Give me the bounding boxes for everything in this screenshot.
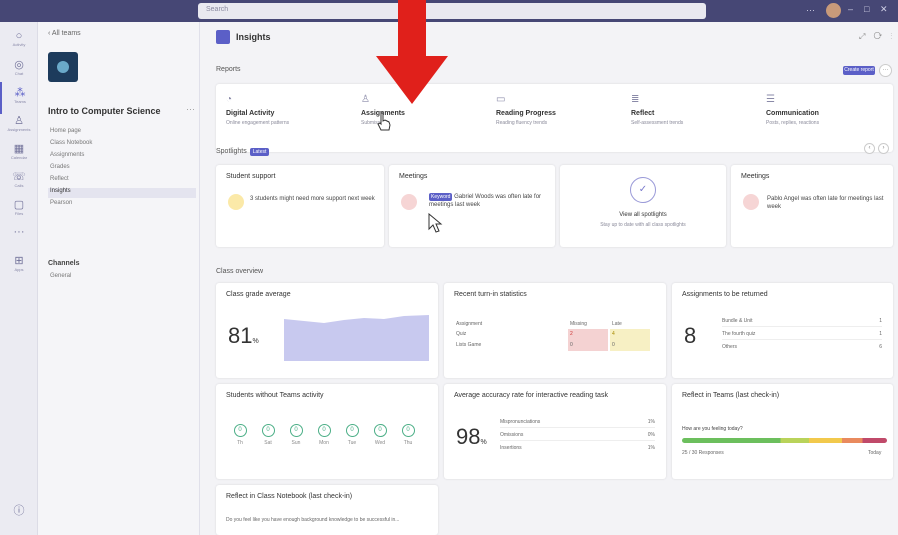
assignments-to-return-card[interactable]: Assignments to be returned 8 Bundle & Un… bbox=[672, 283, 893, 378]
app-rail: ○ Activity ◎ Chat ⁂ Teams ♙ Assignments ▦ Cal… bbox=[0, 22, 38, 535]
calls-icon: ☏ bbox=[12, 171, 26, 183]
next-icon[interactable]: › bbox=[878, 143, 889, 154]
day-sat: 0 Sat bbox=[256, 424, 280, 446]
search-input[interactable]: Search bbox=[198, 3, 706, 19]
page-title: Insights bbox=[236, 32, 271, 42]
red-arrow-annotation bbox=[376, 0, 448, 104]
latest-badge: Latest bbox=[249, 148, 270, 156]
channel-general[interactable]: General bbox=[50, 273, 71, 279]
reading-accuracy-card[interactable]: Average accuracy rate for interactive re… bbox=[444, 384, 666, 479]
class-overview-heading: Class overview bbox=[216, 268, 264, 275]
grade-average-value: 81% bbox=[228, 323, 259, 348]
header-actions[interactable]: ⤢ ⟳ ⋮ bbox=[859, 32, 895, 42]
channels-heading: Channels bbox=[48, 260, 80, 267]
team-panel: ‹ All teams Intro to Computer Science ··… bbox=[38, 22, 200, 535]
late-highlight bbox=[610, 329, 650, 351]
students-without-activity-card[interactable]: Students without Teams activity 0 Th 0 Sat… bbox=[216, 384, 438, 479]
create-report-button[interactable]: Create report bbox=[843, 66, 875, 75]
more-options-icon[interactable]: ··· bbox=[879, 64, 892, 77]
nav-item-assignments[interactable]: Assignments bbox=[48, 152, 196, 162]
spotlight-nav[interactable]: ‹ › bbox=[861, 142, 889, 154]
accuracy-breakdown: Mispronunciations 1% Omissions 0% Insertio… bbox=[500, 416, 655, 456]
spotlight-meetings[interactable]: Meetings Keyword Gabriel Woods was often… bbox=[389, 165, 555, 247]
prev-icon[interactable]: ‹ bbox=[864, 143, 875, 154]
pointer-cursor-icon bbox=[428, 213, 443, 233]
nav-item-reflect[interactable]: Reflect bbox=[48, 176, 196, 186]
teams-icon: ⁂ bbox=[14, 87, 26, 99]
back-to-all-teams[interactable]: ‹ All teams bbox=[48, 30, 81, 37]
nav-item-grades[interactable]: Grades bbox=[48, 164, 196, 174]
reflect-in-teams-card[interactable]: Reflect in Teams (last check-in) How are… bbox=[672, 384, 893, 479]
day-sun: 0 Sun bbox=[284, 424, 308, 446]
reflect-emotion-bar bbox=[682, 438, 887, 443]
hand-cursor-icon bbox=[377, 112, 391, 131]
nav-item-insights[interactable]: Insights bbox=[48, 188, 196, 198]
accuracy-value: 98% bbox=[456, 424, 487, 449]
insights-app-icon bbox=[216, 30, 230, 44]
maximize-icon[interactable]: □ bbox=[864, 4, 869, 14]
lightbulb-icon bbox=[228, 194, 244, 210]
reports-heading: Reports bbox=[216, 66, 241, 73]
spotlights-heading: Spotlights Latest bbox=[216, 148, 270, 156]
day-th: 0 Th bbox=[228, 424, 252, 446]
meeting-icon bbox=[401, 194, 417, 210]
minimize-icon[interactable]: – bbox=[848, 4, 853, 14]
bell-icon: ○ bbox=[15, 30, 23, 42]
meeting-icon bbox=[743, 194, 759, 210]
nav-item-pearson[interactable]: Pearson bbox=[48, 200, 196, 210]
checkmark-icon: ✓ bbox=[630, 177, 656, 203]
nav-item-home[interactable]: Home page bbox=[48, 128, 196, 138]
reflect-icon: ≣ bbox=[631, 94, 640, 105]
assignments-icon: ♙ bbox=[14, 115, 24, 127]
main-content: Insights ⤢ ⟳ ⋮ Reports Create report ···… bbox=[201, 22, 898, 535]
communication-icon: ☰ bbox=[766, 94, 775, 105]
day-mon: 0 Mon bbox=[312, 424, 336, 446]
keyword-tag: Keyword bbox=[429, 193, 453, 201]
activity-icon: ◔ bbox=[226, 94, 233, 105]
spotlight-view-all[interactable]: ✓ View all spotlights Stay up to date wi… bbox=[560, 165, 726, 247]
files-icon: ▢ bbox=[13, 199, 25, 211]
day-tue: 0 Tue bbox=[340, 424, 364, 446]
rail-item-help[interactable]: ⓘ bbox=[0, 498, 38, 530]
assignments-icon: ♙ bbox=[361, 94, 370, 105]
class-grade-average-card[interactable]: Class grade average 81% bbox=[216, 283, 438, 378]
team-name: Intro to Computer Science bbox=[48, 106, 161, 116]
day-wed: 0 Wed bbox=[368, 424, 392, 446]
title-bar: Search ··· – □ ✕ bbox=[0, 0, 898, 22]
reflect-class-notebook-card[interactable]: Reflect in Class Notebook (last check-in… bbox=[216, 485, 438, 535]
report-reading-progress[interactable]: ▭ Reading Progress Reading fluency trend… bbox=[486, 84, 621, 152]
today-link[interactable]: Today bbox=[868, 450, 881, 456]
book-icon: ▭ bbox=[496, 94, 506, 105]
nav-item-class-notebook[interactable]: Class Notebook bbox=[48, 140, 196, 150]
more-icon: ··· bbox=[13, 226, 25, 238]
rail-item-apps[interactable]: ⊞ Apps bbox=[0, 250, 38, 282]
recent-turn-in-card[interactable]: Recent turn-in statistics Assignment Mis… bbox=[444, 283, 666, 378]
report-reflect[interactable]: ≣ Reflect Self-assessment trends bbox=[621, 84, 756, 152]
avatar[interactable] bbox=[826, 3, 841, 18]
spotlight-meetings-2[interactable]: Meetings Pablo Angel was often late for … bbox=[731, 165, 893, 247]
missing-highlight bbox=[568, 329, 608, 351]
assignments-list: Bundle & Unit 1 The fourth quiz 1 Others 6 bbox=[722, 315, 882, 355]
close-icon[interactable]: ✕ bbox=[880, 4, 888, 15]
spotlight-student-support[interactable]: Student support 3 students might need mo… bbox=[216, 165, 384, 247]
report-digital-activity[interactable]: ◔ Digital Activity Online engagement pat… bbox=[216, 84, 351, 152]
help-icon: ⓘ bbox=[13, 505, 25, 517]
apps-icon: ⊞ bbox=[14, 255, 24, 267]
day-thu: 0 Thu bbox=[396, 424, 420, 446]
grade-trend-chart bbox=[284, 315, 429, 361]
team-logo bbox=[48, 52, 78, 82]
assignments-to-return-value: 8 bbox=[684, 323, 697, 348]
team-more-icon[interactable]: ··· bbox=[186, 104, 195, 114]
chat-icon: ◎ bbox=[14, 59, 24, 71]
more-options-icon[interactable]: ··· bbox=[806, 5, 815, 15]
calendar-icon: ▦ bbox=[13, 143, 25, 155]
